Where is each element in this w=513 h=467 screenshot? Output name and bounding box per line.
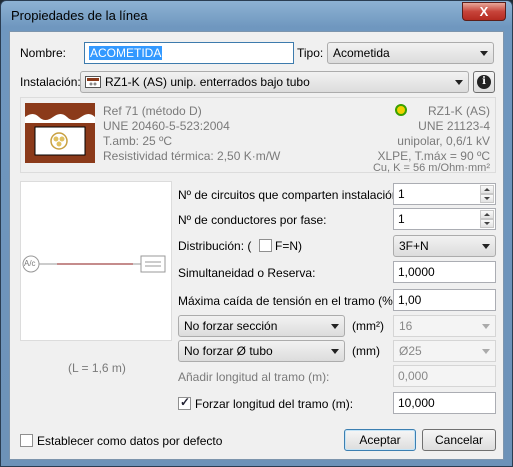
spin-down-icon[interactable] (480, 219, 494, 228)
aislamiento-text: XLPE, T.máx = 90 ºC (377, 149, 490, 163)
forzar-value: 10,000 (398, 396, 435, 410)
length-label: (L = 1,6 m) (68, 361, 126, 375)
info-icon: i (477, 75, 491, 89)
forzar-checkbox[interactable] (178, 395, 191, 410)
caida-value: 1,00 (398, 293, 422, 307)
distribucion-value: 3F+N (399, 239, 429, 253)
anadir-value: 0,000 (398, 369, 429, 383)
cancel-button[interactable]: Cancelar (422, 429, 496, 451)
tamb-text: T.amb: 25 ºC (103, 134, 173, 148)
seccion-unit: (mm²) (352, 319, 384, 333)
default-label: Establecer como datos por defecto (37, 434, 223, 448)
simultaneidad-input[interactable]: 1,0000 (393, 261, 496, 283)
tipo-label: Tipo: (297, 46, 324, 60)
circuitos-spinner[interactable] (480, 185, 494, 203)
norma-text: UNE 20460-5-523:2004 (103, 119, 230, 133)
nombre-input[interactable]: ACOMETIDA (84, 42, 294, 64)
instalacion-select[interactable]: RZ1-K (AS) unip. enterrados bajo tubo (80, 71, 469, 93)
anadir-label: Añadir longitud al tramo (m): (178, 370, 330, 384)
cable-info-panel: Ref 71 (método D) UNE 20460-5-523:2004 T… (20, 97, 496, 174)
seccion-select-value: No forzar sección (184, 319, 278, 333)
spin-up-icon[interactable] (480, 185, 494, 194)
tension-text: unipolar, 0,6/1 kV (397, 134, 490, 148)
distribucion-label: Distribución: ( (178, 239, 252, 253)
tubo-value-select[interactable]: Ø25 (393, 340, 496, 362)
close-button[interactable]: X (462, 2, 506, 21)
instalacion-label: Instalación: (20, 75, 81, 89)
conductores-value: 1 (398, 212, 405, 226)
tubo-value: Ø25 (399, 344, 422, 358)
node-label: A/c (24, 259, 36, 268)
instalacion-value: RZ1-K (AS) unip. enterrados bajo tubo (105, 75, 310, 89)
ref-text: Ref 71 (método D) (103, 104, 202, 118)
chevron-down-icon (480, 51, 488, 56)
title-bar[interactable]: Propiedades de la línea X (1, 1, 512, 31)
circuitos-label: Nº de circuitos que comparten instalació… (178, 188, 402, 202)
tubo-unit: (mm) (352, 344, 380, 358)
seccion-select[interactable]: No forzar sección (178, 315, 345, 337)
conductores-label: Nº de conductores por fase: (178, 213, 327, 227)
line-diagram: A/c (20, 181, 172, 341)
circuitos-input[interactable]: 1 (393, 183, 496, 205)
conductores-input[interactable]: 1 (393, 208, 496, 230)
circuitos-value: 1 (398, 187, 405, 201)
default-checkbox[interactable] (20, 434, 33, 447)
chevron-down-icon (482, 324, 490, 329)
dialog-client: Nombre: ACOMETIDA Tipo: Acometida Instal… (9, 31, 504, 460)
forzar-input[interactable]: 10,000 (393, 392, 496, 414)
cable-type-icon (85, 76, 101, 88)
chevron-down-icon (331, 349, 339, 354)
seccion-value-select[interactable]: 16 (393, 315, 496, 337)
simultaneidad-value: 1,0000 (398, 265, 435, 279)
conductores-spinner[interactable] (480, 210, 494, 228)
accept-button[interactable]: Aceptar (344, 429, 416, 451)
chevron-down-icon (482, 349, 490, 354)
tubo-select[interactable]: No forzar Ø tubo (178, 340, 345, 362)
cable-name-text: RZ1-K (AS) (427, 104, 490, 118)
line-diagram-svg (22, 255, 166, 273)
nombre-value: ACOMETIDA (89, 46, 163, 60)
tipo-value: Acometida (333, 46, 390, 60)
anadir-input[interactable]: 0,000 (393, 365, 496, 387)
fn-checkbox-label: F=N) (275, 239, 302, 253)
dialog-window: Propiedades de la línea X Nombre: ACOMET… (0, 0, 513, 467)
window-title: Propiedades de la línea (11, 8, 148, 23)
chevron-down-icon (482, 244, 490, 249)
forzar-label: Forzar longitud del tramo (m): (195, 397, 354, 411)
spin-down-icon[interactable] (480, 194, 494, 203)
resistividad-text: Resistividad térmica: 2,50 K·m/W (103, 149, 281, 163)
chevron-down-icon (331, 324, 339, 329)
status-indicator-icon (395, 104, 407, 116)
seccion-value: 16 (399, 319, 413, 333)
distribucion-select[interactable]: 3F+N (393, 235, 496, 257)
nombre-label: Nombre: (20, 46, 67, 60)
spin-up-icon[interactable] (480, 210, 494, 219)
chevron-down-icon (455, 80, 463, 85)
fn-checkbox[interactable] (259, 239, 272, 252)
cable-norma-text: UNE 21123-4 (418, 119, 490, 133)
simultaneidad-label: Simultaneidad o Reserva: (178, 266, 316, 280)
installation-illustration (25, 103, 95, 163)
info-button[interactable]: i (473, 71, 495, 93)
tubo-select-value: No forzar Ø tubo (184, 344, 273, 358)
tipo-select[interactable]: Acometida (327, 42, 494, 64)
conductor-text: Cu, K = 56 m/Ohm·mm² (372, 162, 490, 174)
caida-label: Máxima caída de tensión en el tramo (%): (178, 294, 401, 308)
caida-input[interactable]: 1,00 (393, 289, 496, 311)
